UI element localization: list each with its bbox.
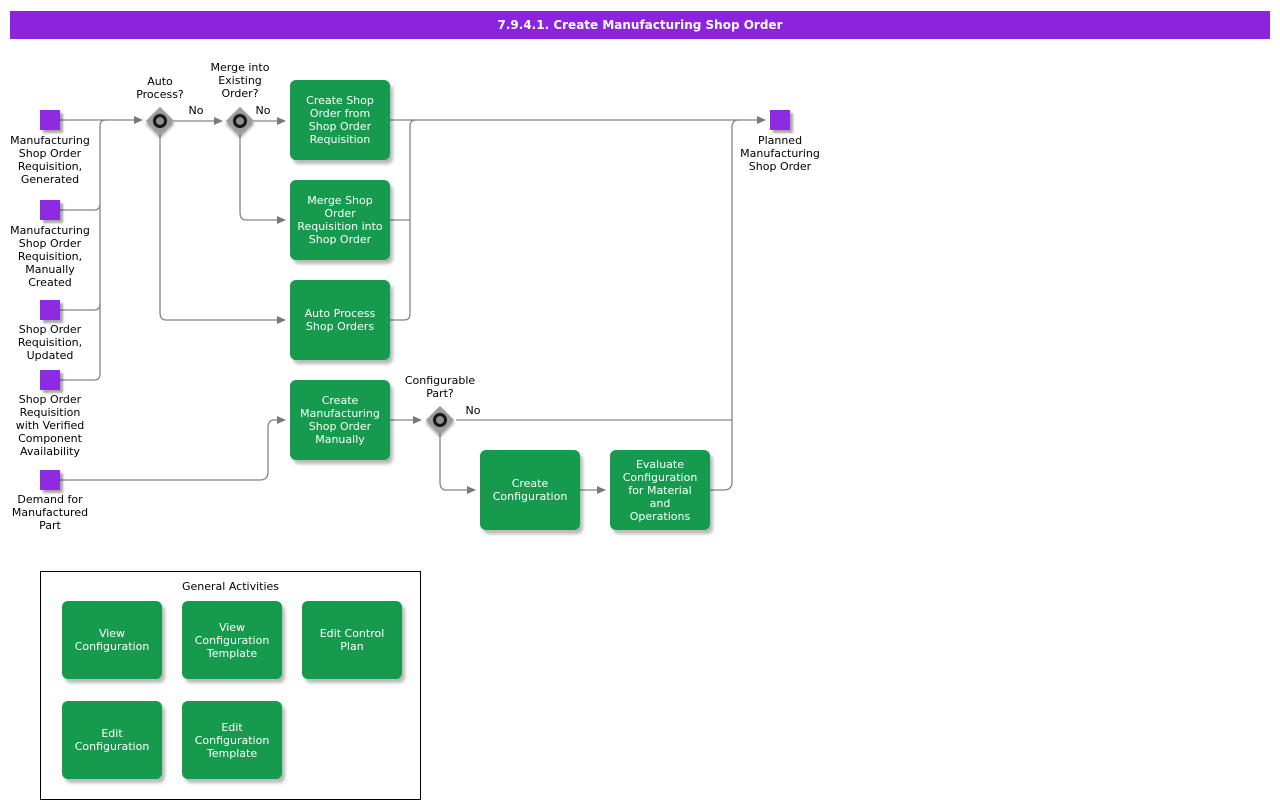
connector-autoprocess-yes [160,135,285,320]
event-requisition-verified-availability[interactable] [40,370,60,390]
gateway-icon [150,111,170,131]
activity-edit-control-plan[interactable]: Edit Control Plan [302,601,402,679]
activity-edit-configuration-template[interactable]: Edit Configuration Template [182,701,282,779]
activity-edit-configuration[interactable]: Edit Configuration [62,701,162,779]
activity-evaluate-configuration[interactable]: Evaluate Configuration for Material and … [610,450,710,530]
edge-label-no: No [178,104,214,117]
activity-label: Edit Configuration [75,727,150,753]
activity-label: Create Shop Order from Shop Order Requis… [306,94,374,146]
activity-label: Merge Shop Order Requisition into Shop O… [297,194,382,246]
event-mso-requisition-manually-created[interactable] [40,200,60,220]
edge-label-no: No [455,404,491,417]
event-shop-order-requisition-updated[interactable] [40,300,60,320]
activity-label: Evaluate Configuration for Material and … [623,458,698,523]
activity-view-configuration-template[interactable]: View Configuration Template [182,601,282,679]
activity-label: Edit Control Plan [320,627,385,653]
gateway-icon [430,410,450,430]
decision-label-merge-existing: Merge into Existing Order? [190,61,290,100]
event-label: Manufacturing Shop Order Requisition, Ge… [0,134,108,186]
activity-label: Create Manufacturing Shop Order Manually [300,394,380,446]
connector-evaluate-out [710,120,738,490]
activity-auto-process-shop-orders[interactable]: Auto Process Shop Orders [290,280,390,360]
general-activities-title: General Activities [41,580,420,593]
event-label: Shop Order Requisition with Verified Com… [0,393,108,458]
decision-label-configurable-part: Configurable Part? [390,374,490,400]
activity-view-configuration[interactable]: View Configuration [62,601,162,679]
event-label: Demand for Manufactured Part [0,493,108,532]
activity-create-shop-order-manually[interactable]: Create Manufacturing Shop Order Manually [290,380,390,460]
event-label: Manufacturing Shop Order Requisition, Ma… [0,224,108,289]
activity-label: Edit Configuration Template [195,721,270,760]
process-diagram: 7.9.4.1. Create Manufacturing Shop Order… [0,0,1280,810]
activity-label: View Configuration [75,627,150,653]
connector-event-updated [60,304,100,310]
connector-event-manually-created [60,204,100,210]
event-demand-for-manufactured-part[interactable] [40,470,60,490]
activity-create-shop-order-from-requisition[interactable]: Create Shop Order from Shop Order Requis… [290,80,390,160]
general-activities-panel: General Activities View Configuration Vi… [40,571,421,800]
event-label: Planned Manufacturing Shop Order [722,134,838,173]
event-planned-manufacturing-shop-order[interactable] [770,110,790,130]
activity-label: View Configuration Template [195,621,270,660]
activity-label: Auto Process Shop Orders [305,307,376,333]
event-label: Shop Order Requisition, Updated [0,323,108,362]
activity-create-configuration[interactable]: Create Configuration [480,450,580,530]
activity-label: Create Configuration [493,477,568,503]
edge-label-no: No [245,104,281,117]
connector-merge-yes [240,135,285,220]
connector-configurable-yes [440,434,475,490]
event-mso-requisition-generated[interactable] [40,110,60,130]
activity-merge-requisition-into-shop-order[interactable]: Merge Shop Order Requisition into Shop O… [290,180,390,260]
